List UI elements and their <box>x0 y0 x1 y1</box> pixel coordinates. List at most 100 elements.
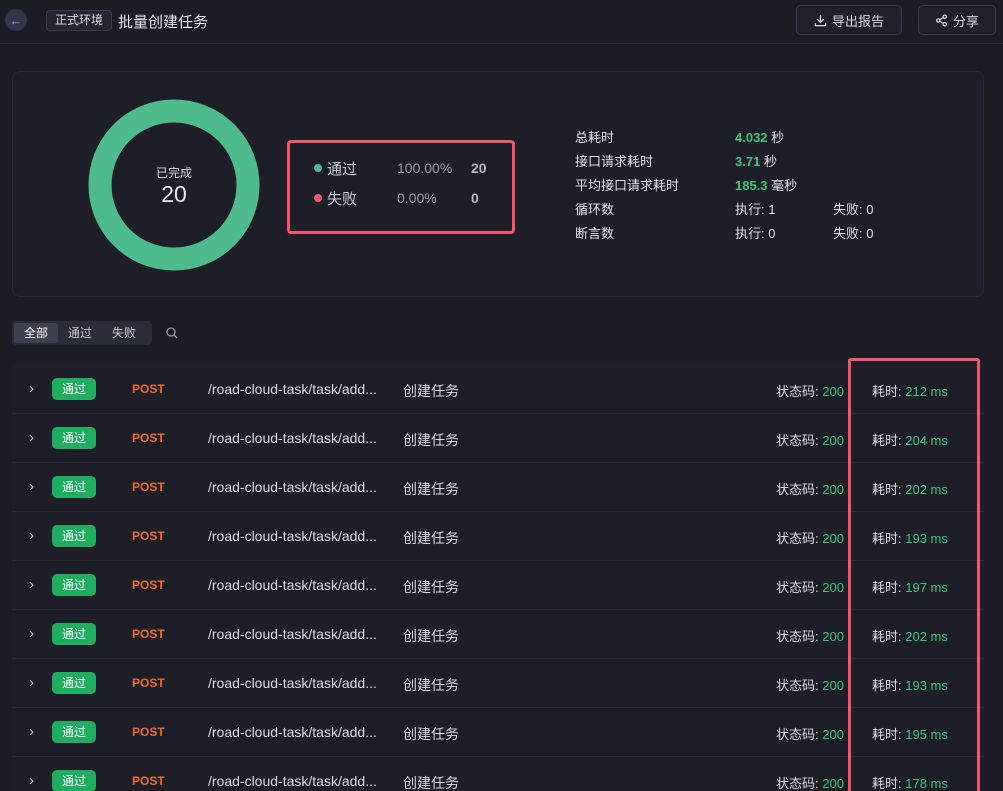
status-code: 状态码: 200 <box>776 384 844 399</box>
status-badge: 通过 <box>52 770 96 791</box>
status-code: 状态码: 200 <box>776 678 844 693</box>
stat-total-time: 总耗时 4.032 秒 <box>575 127 935 147</box>
chevron-right-icon[interactable]: › <box>29 380 41 397</box>
legend-fail-name: 失败 <box>327 190 358 208</box>
response-time: 耗时: 193 ms <box>872 531 948 546</box>
request-name: 创建任务 <box>403 628 459 644</box>
chevron-right-icon[interactable]: › <box>29 772 41 789</box>
request-name: 创建任务 <box>403 432 459 448</box>
response-time: 耗时: 212 ms <box>872 384 948 399</box>
chevron-right-icon[interactable]: › <box>29 478 41 495</box>
stat-avg-time-label: 平均接口请求耗时 <box>575 178 680 193</box>
response-time: 耗时: 197 ms <box>872 580 948 595</box>
summary-card: 已完成 20 通过 100.00% 20 失败 0.00% 0 总耗时 4.03… <box>12 71 984 297</box>
status-code: 状态码: 200 <box>776 580 844 595</box>
http-method: POST <box>132 725 165 739</box>
request-path: /road-cloud-task/task/add... <box>208 773 377 789</box>
request-path: /road-cloud-task/task/add... <box>208 675 377 691</box>
http-method: POST <box>132 480 165 494</box>
back-button[interactable]: ← <box>5 9 27 31</box>
table-row[interactable]: › 通过 POST/road-cloud-task/task/add... 创建任务 状… <box>12 561 984 610</box>
stat-request-time-label: 接口请求耗时 <box>575 154 654 169</box>
legend-pass-name: 通过 <box>327 160 358 178</box>
request-path: /road-cloud-task/task/add... <box>208 528 377 544</box>
stat-request-time-value: 3.71 秒 <box>735 154 777 169</box>
request-name: 创建任务 <box>403 530 459 546</box>
chevron-right-icon[interactable]: › <box>29 576 41 593</box>
table-row[interactable]: › 通过 POST/road-cloud-task/task/add... 创建任务 状… <box>12 365 984 414</box>
chevron-right-icon[interactable]: › <box>29 625 41 642</box>
request-name: 创建任务 <box>403 775 459 791</box>
http-method: POST <box>132 578 165 592</box>
stat-loop-label: 循环数 <box>575 202 615 217</box>
stat-assert-exec: 执行: 0 <box>735 226 776 241</box>
http-method: POST <box>132 529 165 543</box>
http-method: POST <box>132 431 165 445</box>
page-title: 批量创建任务 <box>118 14 209 31</box>
stat-loop: 循环数 执行: 1 失败: 0 <box>575 199 935 219</box>
chevron-right-icon[interactable]: › <box>29 723 41 740</box>
request-name: 创建任务 <box>403 677 459 693</box>
stat-loop-fail: 失败: 0 <box>833 202 874 217</box>
filter-tabs: 全部 通过 失败 <box>12 321 152 345</box>
request-path: /road-cloud-task/task/add... <box>208 479 377 495</box>
table-row[interactable]: › 通过 POST/road-cloud-task/task/add... 创建任务 状… <box>12 512 984 561</box>
stat-total-time-label: 总耗时 <box>575 130 615 145</box>
legend-pass[interactable]: 通过 100.00% 20 <box>314 158 514 178</box>
request-path: /road-cloud-task/task/add... <box>208 430 377 446</box>
chevron-right-icon[interactable]: › <box>29 674 41 691</box>
legend-pass-count: 20 <box>471 160 487 176</box>
table-row[interactable]: › 通过 POST/road-cloud-task/task/add... 创建任务 状… <box>12 757 984 791</box>
response-time: 耗时: 202 ms <box>872 482 948 497</box>
request-name: 创建任务 <box>403 481 459 497</box>
http-method: POST <box>132 774 165 788</box>
search-icon[interactable] <box>165 326 179 340</box>
chevron-right-icon[interactable]: › <box>29 429 41 446</box>
status-code: 状态码: 200 <box>776 629 844 644</box>
status-badge: 通过 <box>52 427 96 449</box>
status-badge: 通过 <box>52 525 96 547</box>
stat-avg-time-value: 185.3 毫秒 <box>735 178 798 193</box>
status-code: 状态码: 200 <box>776 776 844 791</box>
response-time: 耗时: 195 ms <box>872 727 948 742</box>
pass-dot-icon <box>314 164 322 172</box>
status-badge: 通过 <box>52 672 96 694</box>
request-path: /road-cloud-task/task/add... <box>208 724 377 740</box>
request-path: /road-cloud-task/task/add... <box>208 381 377 397</box>
stat-assert-fail: 失败: 0 <box>833 226 874 241</box>
status-badge: 通过 <box>52 574 96 596</box>
request-name: 创建任务 <box>403 726 459 742</box>
request-name: 创建任务 <box>403 383 459 399</box>
legend-fail[interactable]: 失败 0.00% 0 <box>314 188 514 208</box>
legend-fail-count: 0 <box>471 190 479 206</box>
table-row[interactable]: › 通过 POST/road-cloud-task/task/add... 创建任务 状… <box>12 659 984 708</box>
request-path: /road-cloud-task/task/add... <box>208 577 377 593</box>
donut-value: 20 <box>161 181 187 207</box>
table-row[interactable]: › 通过 POST/road-cloud-task/task/add... 创建任务 状… <box>12 414 984 463</box>
status-badge: 通过 <box>52 378 96 400</box>
legend-fail-pct: 0.00% <box>397 190 437 206</box>
status-code: 状态码: 200 <box>776 433 844 448</box>
stat-total-time-value: 4.032 秒 <box>735 130 785 145</box>
http-method: POST <box>132 627 165 641</box>
tab-pass[interactable]: 通过 <box>58 323 102 343</box>
status-code: 状态码: 200 <box>776 531 844 546</box>
table-row[interactable]: › 通过 POST/road-cloud-task/task/add... 创建任务 状… <box>12 610 984 659</box>
result-legend: 通过 100.00% 20 失败 0.00% 0 <box>287 140 515 234</box>
table-row[interactable]: › 通过 POST/road-cloud-task/task/add... 创建任务 状… <box>12 463 984 512</box>
table-row[interactable]: › 通过 POST/road-cloud-task/task/add... 创建任务 状… <box>12 708 984 757</box>
response-time: 耗时: 178 ms <box>872 776 948 791</box>
donut-label: 已完成 <box>155 166 192 180</box>
fail-dot-icon <box>314 194 322 202</box>
stat-loop-exec: 执行: 1 <box>735 202 776 217</box>
tab-fail[interactable]: 失败 <box>102 323 146 343</box>
export-report-button[interactable]: 导出报告 <box>796 5 902 35</box>
arrow-left-icon: ← <box>9 12 23 28</box>
page-header: ← 正式环境 批量创建任务 导出报告 分享 <box>0 0 1003 44</box>
stat-assert: 断言数 执行: 0 失败: 0 <box>575 223 935 243</box>
response-time: 耗时: 193 ms <box>872 678 948 693</box>
chevron-right-icon[interactable]: › <box>29 527 41 544</box>
tab-all[interactable]: 全部 <box>14 323 59 343</box>
share-button[interactable]: 分享 <box>918 5 996 35</box>
share-icon <box>935 14 948 26</box>
